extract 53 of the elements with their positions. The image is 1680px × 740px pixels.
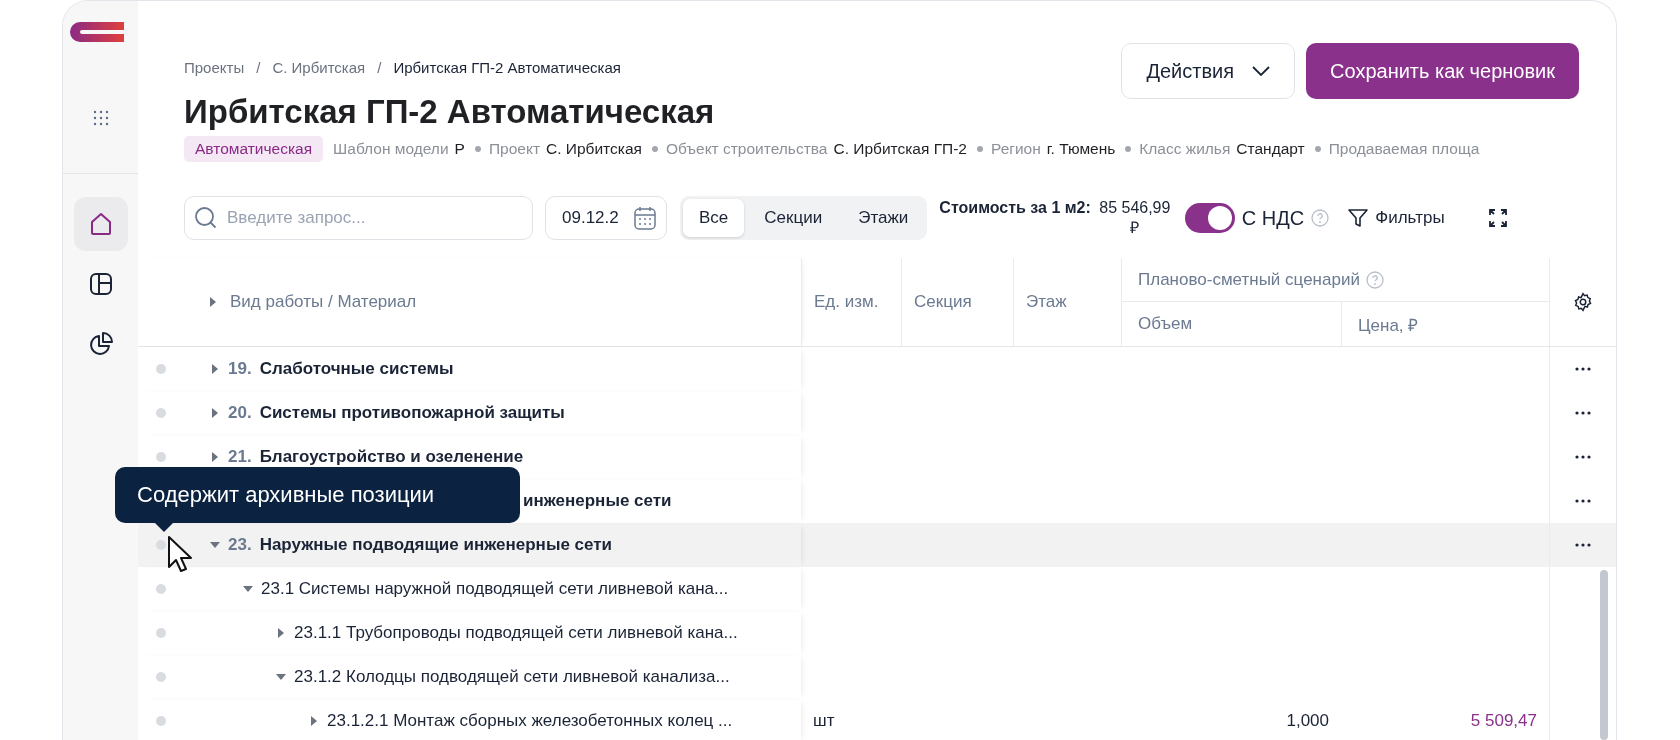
meta-label: Продаваемая площа (1328, 140, 1480, 158)
cost-label: Стоимость за 1 м2: (939, 198, 1091, 218)
meta-value: Р (454, 140, 465, 158)
column-header[interactable]: Секция (901, 258, 1013, 346)
column-group-header: Планово-сметный сценарий (1138, 269, 1360, 290)
work-item-name[interactable]: инженерные сети (523, 491, 672, 511)
row-number: 19. (228, 359, 252, 379)
search-field[interactable]: Введите запрос... (184, 196, 533, 240)
meta-label: Класс жилья (1139, 140, 1231, 158)
breadcrumb-separator: / (256, 59, 261, 76)
row-number: 23. (228, 535, 252, 555)
segment-tab[interactable]: Секции (748, 199, 839, 237)
save-draft-button[interactable]: Сохранить как черновик (1306, 43, 1579, 99)
meta-value: С. Ирбитская ГП-2 (833, 140, 967, 158)
vat-label: С НДС (1241, 206, 1305, 230)
work-item-name[interactable]: Системы противопожарной защиты (259, 403, 565, 423)
actions-dropdown-button[interactable]: Действия (1121, 43, 1296, 99)
work-item-name[interactable]: 23.1 Системы наружной подводящей сети ливневой кана... (261, 579, 729, 599)
column-header[interactable]: Цена, ₽ (1341, 302, 1549, 346)
breadcrumb-link[interactable]: Проекты (184, 59, 245, 76)
column-header[interactable]: Объем (1121, 302, 1341, 346)
meta-label: Регион (991, 140, 1041, 158)
filters-button[interactable]: Фильтры (1341, 206, 1451, 230)
work-item-name[interactable]: Наружные подводящие инженерные сети (259, 535, 613, 555)
breadcrumb-link[interactable]: С. Ирбитская (272, 59, 366, 76)
meta-label: Проект (488, 140, 540, 158)
meta-value: Стандарт (1236, 140, 1305, 158)
meta-label: Объект строительства (665, 140, 828, 158)
meta-label: Шаблон модели (333, 140, 449, 158)
segment-tab[interactable]: Все (683, 199, 745, 237)
work-item-name[interactable]: Слаботочные системы (259, 359, 454, 379)
meta-value: С. Ирбитская (546, 140, 642, 158)
work-item-name[interactable]: 23.1.2.1 Монтаж сборных железобетонных колец ... (327, 711, 733, 731)
work-item-name[interactable]: 23.1.2 Колодцы подводящей сети ливневой канализа... (294, 667, 730, 687)
cost-value: 85 546,99 ₽ (1098, 198, 1172, 238)
row-number: 21. (228, 447, 252, 467)
row-number: 20. (228, 403, 252, 423)
meta-value: г. Тюмень (1046, 140, 1116, 158)
table-cell: шт (813, 711, 835, 731)
work-item-name[interactable]: Благоустройство и озеленение (259, 447, 524, 467)
table-cell: 5 509,47 (1470, 711, 1537, 731)
tooltip: Содержит архивные позиции (115, 467, 520, 523)
breadcrumb-separator: / (377, 59, 382, 76)
breadcrumb-link[interactable]: Ирбитская ГП-2 Автоматическая (393, 59, 621, 76)
work-item-name[interactable]: 23.1.1 Трубопроводы подводящей сети ливневой кана... (294, 623, 738, 643)
column-header[interactable]: Этаж (1013, 258, 1121, 346)
status-tag: Автоматическая (184, 136, 324, 162)
column-header[interactable]: Вид работы / Материал (138, 258, 801, 346)
date-field[interactable]: 09.12.2 (545, 196, 667, 240)
table-cell: 1,000 (1286, 711, 1329, 731)
segment-tab[interactable]: Этажи (842, 199, 925, 237)
page-title: Ирбитская ГП-2 Автоматическая (184, 92, 715, 132)
column-header[interactable]: Ед. изм. (801, 258, 901, 346)
